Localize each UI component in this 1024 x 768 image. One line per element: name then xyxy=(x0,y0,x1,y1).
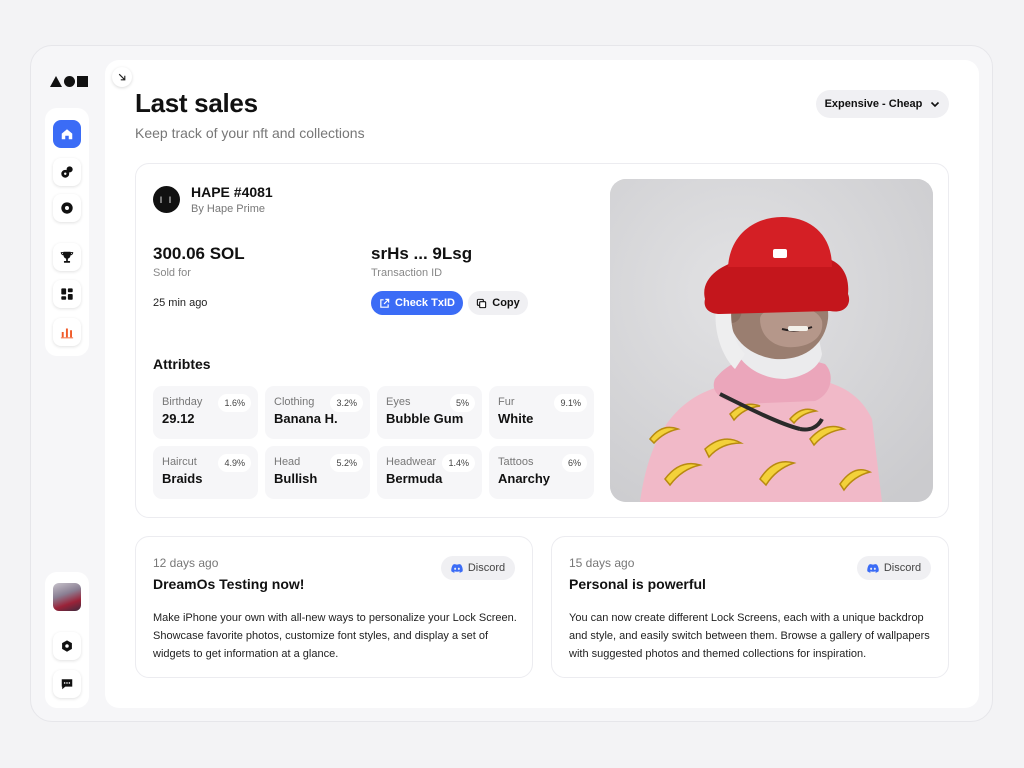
dashboard-icon xyxy=(61,288,73,300)
attribute-eyes[interactable]: Eyes Bubble Gum 5% xyxy=(377,386,482,439)
circle-logo-shape xyxy=(64,76,75,87)
nft-image[interactable] xyxy=(610,179,933,502)
attribute-rarity-badge: 1.4% xyxy=(442,454,475,472)
attribute-rarity-badge: 5% xyxy=(449,394,475,412)
news-card[interactable]: 12 days ago DreamOs Testing now! Make iP… xyxy=(135,536,533,678)
check-txid-label: Check TxID xyxy=(395,297,455,309)
sort-dropdown[interactable]: Expensive - Cheap xyxy=(816,90,949,118)
discord-button[interactable]: Discord xyxy=(857,556,931,580)
trophy-icon xyxy=(60,251,74,263)
attribute-head[interactable]: Head Bullish 5.2% xyxy=(265,446,370,499)
collapse-sidebar-button[interactable] xyxy=(112,67,132,87)
home-icon xyxy=(61,129,73,140)
attribute-value: Bubble Gum xyxy=(386,411,464,426)
news-date: 12 days ago xyxy=(153,556,219,570)
sale-time: 25 min ago xyxy=(153,297,208,309)
news-date: 15 days ago xyxy=(569,556,635,570)
sidebar-item-dashboard[interactable] xyxy=(53,280,81,308)
attribute-headwear[interactable]: Headwear Bermuda 1.4% xyxy=(377,446,482,499)
attribute-rarity-badge: 3.2% xyxy=(330,394,363,412)
attribute-rarity-badge: 4.9% xyxy=(218,454,251,472)
attribute-tattoos[interactable]: Tattoos Anarchy 6% xyxy=(489,446,594,499)
news-title: Personal is powerful xyxy=(569,576,706,592)
transaction-id: srHs ... 9Lsg xyxy=(371,244,473,263)
discord-label: Discord xyxy=(467,562,506,574)
news-body: Make iPhone your own with all-new ways t… xyxy=(153,612,517,660)
news-body: You can now create different Lock Screen… xyxy=(569,612,930,660)
sidebar-item-home[interactable] xyxy=(53,120,81,148)
attribute-rarity-badge: 1.6% xyxy=(218,394,251,412)
sidebar-item-coins[interactable] xyxy=(53,158,81,186)
sale-price-label: Sold for xyxy=(153,267,191,279)
sidebar-item-settings[interactable] xyxy=(53,632,81,660)
disc-icon xyxy=(61,202,73,214)
attribute-birthday[interactable]: Birthday 29.12 1.6% xyxy=(153,386,258,439)
attribute-value: Banana H. xyxy=(274,411,338,426)
attribute-fur[interactable]: Fur White 9.1% xyxy=(489,386,594,439)
sidebar-item-analytics[interactable] xyxy=(53,318,81,346)
nft-name[interactable]: HAPE #4081 xyxy=(191,184,273,200)
chat-icon xyxy=(61,679,73,690)
attribute-rarity-badge: 6% xyxy=(561,454,587,472)
copy-icon xyxy=(477,298,487,308)
attribute-value: Braids xyxy=(162,471,203,486)
hexagon-settings-icon xyxy=(62,640,72,652)
copy-button[interactable]: Copy xyxy=(468,291,528,315)
attribute-value: Bermuda xyxy=(386,471,443,486)
news-card[interactable]: 15 days ago Personal is powerful You can… xyxy=(551,536,949,678)
attributes-grid: Birthday 29.12 1.6% Clothing Banana H. 3… xyxy=(153,386,594,500)
sidebar-item-chat[interactable] xyxy=(53,670,81,698)
app-logo[interactable] xyxy=(50,76,88,87)
discord-label: Discord xyxy=(883,562,922,574)
attribute-value: White xyxy=(498,411,534,426)
page-title: Last sales xyxy=(135,88,258,118)
attribute-value: Anarchy xyxy=(498,471,551,486)
sale-price: 300.06 SOL xyxy=(153,244,245,263)
sidebar-item-trophy[interactable] xyxy=(53,243,81,271)
attribute-haircut[interactable]: Haircut Braids 4.9% xyxy=(153,446,258,499)
arrow-down-right-icon xyxy=(118,73,126,81)
attribute-value: 29.12 xyxy=(162,411,195,426)
attribute-rarity-badge: 9.1% xyxy=(554,394,587,412)
bar-chart-icon xyxy=(60,328,74,339)
attribute-rarity-badge: 5.2% xyxy=(330,454,363,472)
nft-creator: By Hape Prime xyxy=(191,203,265,215)
copy-label: Copy xyxy=(492,297,520,309)
discord-icon xyxy=(451,564,463,573)
external-link-icon xyxy=(380,298,390,308)
coins-icon xyxy=(61,166,73,178)
chevron-down-icon xyxy=(931,101,940,108)
collection-logo[interactable]: I I xyxy=(153,186,180,213)
sort-dropdown-label: Expensive - Cheap xyxy=(824,98,923,110)
news-title: DreamOs Testing now! xyxy=(153,576,305,592)
sidebar-bottom-nav xyxy=(45,572,89,708)
discord-icon xyxy=(867,564,879,573)
attribute-clothing[interactable]: Clothing Banana H. 3.2% xyxy=(265,386,370,439)
sidebar-item-disc[interactable] xyxy=(53,194,81,222)
sidebar-main-nav xyxy=(45,108,89,356)
ape-illustration xyxy=(610,179,933,502)
attribute-value: Bullish xyxy=(274,471,318,486)
triangle-logo-shape xyxy=(50,76,62,87)
attributes-heading: Attribtes xyxy=(153,356,211,372)
square-logo-shape xyxy=(77,76,88,87)
transaction-id-label: Transaction ID xyxy=(371,267,443,279)
discord-button[interactable]: Discord xyxy=(441,556,515,580)
check-txid-button[interactable]: Check TxID xyxy=(371,291,463,315)
avatar[interactable] xyxy=(53,583,81,611)
page-subtitle: Keep track of your nft and collections xyxy=(135,125,365,141)
